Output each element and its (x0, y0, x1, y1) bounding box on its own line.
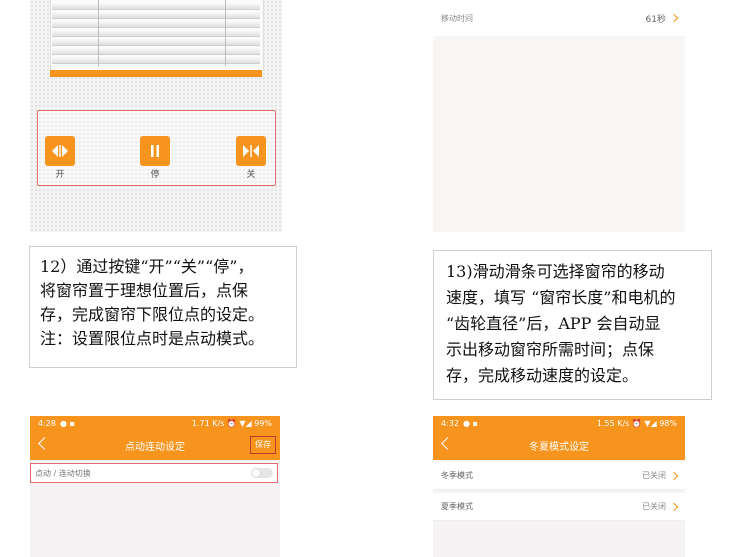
summer-mode-value: 已关闭 (642, 502, 666, 511)
season-mode-screen: 4:32 ● ▪ 1.55 K/s ⏰ ▼◢ 98% 冬夏模式设定 冬季模式 已… (433, 416, 685, 557)
summer-mode-label: 夏季模式 (441, 502, 473, 511)
blind-slat (52, 56, 260, 64)
caption-line: 13)滑动滑条可选择窗帘的移动 (446, 262, 665, 281)
speed-settings-screen: 移动时间 61秒 (433, 0, 685, 232)
blind-cord (225, 0, 226, 66)
blind-slat (52, 47, 260, 55)
move-time-label: 移动时间 (441, 13, 473, 23)
caption-line: 注：设置限位点时是点动模式。 (40, 329, 265, 348)
winter-mode-label: 冬季模式 (441, 471, 473, 480)
notification-icons: ● ▪ (462, 418, 478, 428)
status-bar: 4:28 ● ▪ 1.71 K/s ⏰ ▼◢ 99% (30, 416, 280, 430)
nav-bar: 点动连动设定 保存 (30, 430, 280, 460)
status-time: 4:32 (441, 418, 459, 428)
caption-line: 存，完成窗帘下限位点的设定。 (40, 305, 265, 324)
stop-button[interactable] (140, 136, 170, 166)
toggle-row-label: 点动 / 连动切换 (35, 468, 91, 478)
back-arrow-icon[interactable] (38, 437, 51, 450)
winter-mode-value: 已关闭 (642, 471, 666, 480)
toggle-knob (252, 469, 260, 477)
open-icon (52, 145, 68, 157)
chevron-right-icon (669, 502, 679, 511)
status-indicators: 1.71 K/s ⏰ ▼◢ 99% (191, 418, 272, 428)
page-title: 冬夏模式设定 (529, 441, 589, 453)
nav-bar: 冬夏模式设定 (433, 430, 685, 460)
pause-icon (151, 145, 159, 157)
blind-slat (52, 11, 260, 19)
caption-step-13: 13)滑动滑条可选择窗帘的移动 速度，填写 “窗帘长度”和电机的 “齿轮直径”后… (433, 250, 712, 400)
blind-cord (98, 0, 99, 66)
caption-line: 存，完成移动速度的设定。 (446, 366, 639, 385)
save-button[interactable]: 保存 (250, 436, 276, 454)
open-button[interactable] (45, 136, 75, 166)
caption-step-12: 12）通过按键“开”“关”“停”， 将窗帘置于理想位置后，点保 存，完成窗帘下限… (29, 246, 297, 368)
blind-slat (52, 38, 260, 46)
caption-line: 将窗帘置于理想位置后，点保 (40, 281, 249, 300)
caption-line: “齿轮直径”后，APP 会自动显 (446, 314, 661, 333)
close-icon (243, 145, 259, 157)
close-button[interactable] (236, 136, 266, 166)
back-arrow-icon[interactable] (441, 437, 454, 450)
caption-line: 12）通过按键“开”“关”“停”， (40, 257, 254, 276)
blind-slat (52, 29, 260, 37)
status-indicators: 1.55 K/s ⏰ ▼◢ 98% (596, 418, 677, 428)
move-time-value: 61秒 (645, 14, 666, 25)
open-label: 开 (55, 170, 65, 180)
close-label: 关 (246, 170, 256, 180)
stop-label: 停 (150, 170, 160, 180)
move-time-row[interactable]: 移动时间 61秒 (433, 0, 685, 36)
page-title: 点动连动设定 (125, 441, 185, 453)
summer-mode-row[interactable]: 夏季模式 已关闭 (433, 493, 685, 521)
blind-bottom-bar (50, 70, 262, 77)
blind-slat (52, 2, 260, 10)
chevron-right-icon (669, 471, 679, 480)
status-bar: 4:32 ● ▪ 1.55 K/s ⏰ ▼◢ 98% (433, 416, 685, 430)
chevron-right-icon (669, 13, 679, 23)
caption-line: 速度，填写 “窗帘长度”和电机的 (446, 288, 676, 307)
winter-mode-row[interactable]: 冬季模式 已关闭 (433, 462, 685, 490)
jog-toggle-row: 点动 / 连动切换 (30, 463, 278, 483)
notification-icons: ● ▪ (59, 418, 75, 428)
jog-mode-toggle[interactable] (251, 468, 273, 478)
jog-mode-screen: 4:28 ● ▪ 1.71 K/s ⏰ ▼◢ 99% 点动连动设定 保存 点动 … (30, 416, 280, 557)
blind-slat (52, 20, 260, 28)
caption-line: 示出移动窗帘所需时间；点保 (446, 340, 655, 359)
status-time: 4:28 (38, 418, 56, 428)
